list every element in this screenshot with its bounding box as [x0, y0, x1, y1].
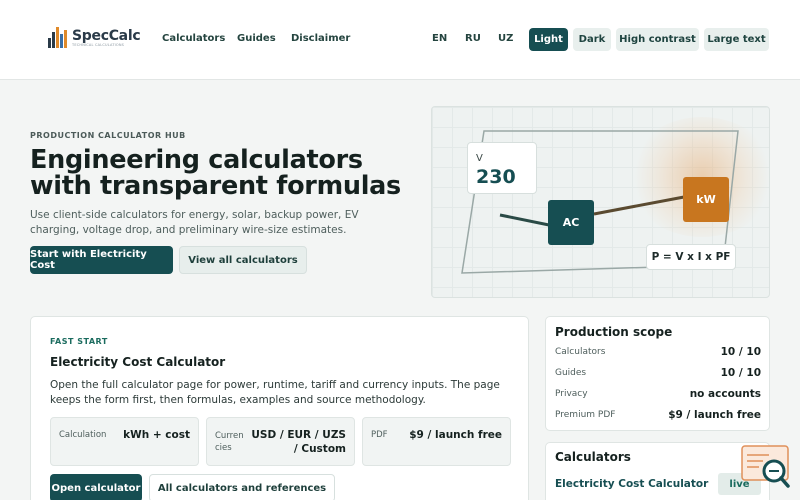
- calculators-card: Calculators Electricity Cost Calculator …: [545, 442, 770, 500]
- brand-name: SpecCalc: [72, 27, 141, 44]
- theme-light-button[interactable]: Light: [529, 28, 568, 51]
- scope-key: Privacy: [555, 389, 588, 399]
- lang-en[interactable]: EN: [432, 33, 447, 44]
- info-currencies-label-line-2: cies: [215, 443, 232, 453]
- info-pdf-value: $9 / launch free: [409, 429, 502, 441]
- lang-uz[interactable]: UZ: [498, 33, 513, 44]
- hero-eyebrow: PRODUCTION CALCULATOR HUB: [30, 131, 186, 140]
- scope-title: Production scope: [555, 325, 673, 339]
- fast-start-title: Electricity Cost Calculator: [50, 355, 226, 369]
- logo-bars-icon: [46, 26, 70, 50]
- scope-row: Guides 10 / 10: [555, 367, 761, 382]
- info-currencies-value-line-2: / Custom: [293, 443, 346, 455]
- all-calculators-references-button[interactable]: All calculators and references: [149, 474, 335, 500]
- info-currencies: Curren cies USD / EUR / UZS / Custom: [206, 417, 355, 466]
- view-all-calculators-button[interactable]: View all calculators: [179, 246, 307, 274]
- scope-row: Calculators 10 / 10: [555, 346, 761, 361]
- power-formula: P = V x I x PF: [646, 244, 736, 270]
- start-electricity-cost-button[interactable]: Start with Electricity Cost: [30, 246, 173, 274]
- scope-row: Privacy no accounts: [555, 388, 761, 403]
- calculator-link-electricity-cost[interactable]: Electricity Cost Calculator: [555, 478, 708, 490]
- info-calculation-value: kWh + cost: [123, 429, 190, 441]
- help-search-widget-icon[interactable]: [741, 445, 791, 490]
- nav-calculators[interactable]: Calculators: [162, 33, 225, 44]
- production-scope-card: Production scope Calculators 10 / 10 Gui…: [545, 316, 770, 431]
- site-header: SpecCalc TECHNICAL CALCULATIONS Calculat…: [0, 0, 800, 80]
- formula-diagram: V 230 AC kW P = V x I x PF: [431, 106, 770, 298]
- fast-start-eyebrow: FAST START: [50, 337, 108, 346]
- fast-start-description: Open the full calculator page for power,…: [50, 379, 500, 406]
- scope-row: Premium PDF $9 / launch free: [555, 409, 761, 424]
- info-currencies-value: USD / EUR / UZS / Custom: [251, 428, 346, 456]
- scope-value: $9 / launch free: [668, 409, 761, 421]
- hero-title-line-2: with transparent formulas: [30, 171, 401, 201]
- info-calculation-label: Calculation: [59, 430, 107, 440]
- info-currencies-label-line-1: Curren: [215, 431, 244, 441]
- scope-key: Guides: [555, 368, 587, 378]
- ac-node: AC: [548, 200, 594, 245]
- scope-value: 10 / 10: [720, 367, 761, 379]
- calculators-title: Calculators: [555, 450, 631, 464]
- hero-title-line-1: Engineering calculators: [30, 145, 363, 175]
- info-pdf: PDF $9 / launch free: [362, 417, 511, 466]
- fast-start-card: FAST START Electricity Cost Calculator O…: [30, 316, 529, 500]
- voltage-value: 230: [476, 166, 516, 188]
- theme-high-contrast-button[interactable]: High contrast: [616, 28, 699, 51]
- voltage-card: V 230: [467, 142, 537, 194]
- nav-guides[interactable]: Guides: [237, 33, 276, 44]
- nav-disclaimer[interactable]: Disclaimer: [291, 33, 350, 44]
- info-pdf-label: PDF: [371, 430, 388, 440]
- scope-value: 10 / 10: [720, 346, 761, 358]
- lang-ru[interactable]: RU: [465, 33, 481, 44]
- hero-title: Engineering calculators with transparent…: [30, 147, 401, 199]
- info-calculation: Calculation kWh + cost: [50, 417, 199, 466]
- scope-key: Premium PDF: [555, 410, 616, 420]
- logo[interactable]: SpecCalc TECHNICAL CALCULATIONS: [46, 26, 141, 50]
- scope-value: no accounts: [689, 388, 761, 400]
- info-currencies-value-line-1: USD / EUR / UZS: [251, 429, 346, 441]
- voltage-label: V: [476, 153, 483, 164]
- kw-node: kW: [683, 177, 729, 222]
- scope-key: Calculators: [555, 347, 606, 357]
- open-calculator-button[interactable]: Open calculator: [50, 474, 142, 500]
- info-currencies-label: Curren cies: [215, 430, 244, 454]
- theme-dark-button[interactable]: Dark: [573, 28, 611, 51]
- hero-description: Use client-side calculators for energy, …: [30, 209, 359, 236]
- theme-large-text-button[interactable]: Large text: [704, 28, 769, 51]
